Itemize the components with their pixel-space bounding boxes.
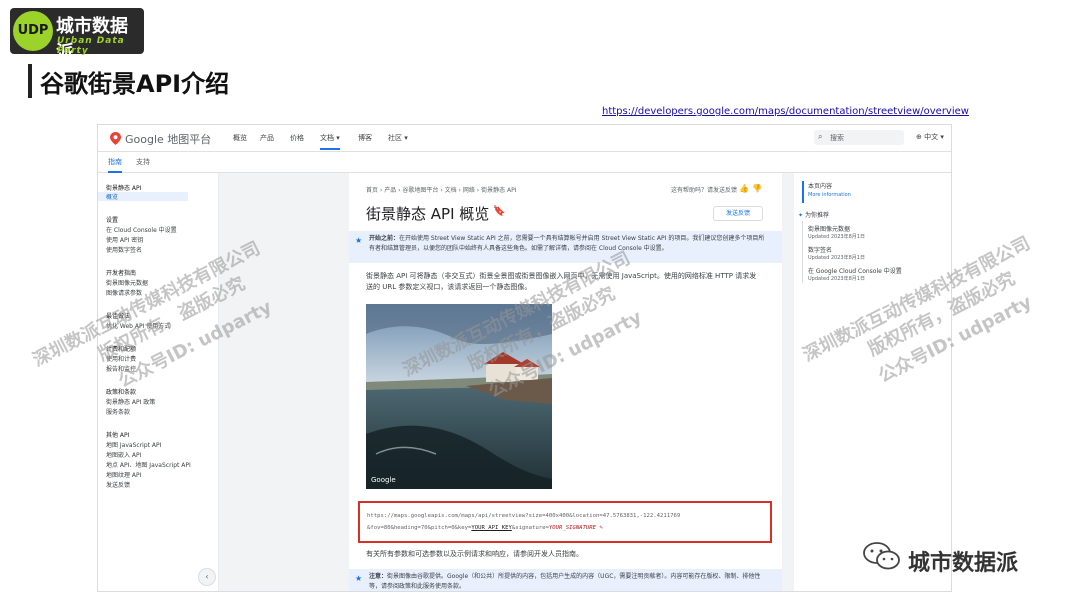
recommended-date: Updated 2023年8月1日 — [808, 276, 865, 282]
recommended-item[interactable]: 数字签名 — [808, 245, 832, 254]
info-note: ★ 开始之前：在开始使用 Street View Static API 之前，您… — [349, 231, 782, 263]
bookmark-icon[interactable]: 🔖 — [493, 206, 505, 217]
collapse-sidebar-button[interactable]: ‹ — [198, 568, 216, 586]
notice-note: ★ 注意：街景图像由谷歌提供。Google（和公共）所提供的内容，包括用户生成的… — [349, 569, 782, 591]
recommended-item[interactable]: 街景图像元数据 — [808, 224, 850, 233]
sidebar-section: 设置 — [106, 217, 119, 224]
sidebar-item[interactable]: 地点 API、地图 JavaScript API — [106, 460, 191, 469]
send-feedback-button[interactable]: 发送反馈 — [713, 206, 763, 221]
code-line-2: &fov=80&heading=70&pitch=0&key=YOUR_API_… — [367, 525, 603, 531]
sidebar-item[interactable]: 服务条款 — [106, 407, 130, 416]
logo-badge-icon: UDP — [13, 11, 53, 51]
nav-community[interactable]: 社区 ▾ — [388, 133, 408, 143]
brand-name[interactable]: Google 地图平台 — [125, 131, 211, 147]
thumbs-down-icon[interactable]: 👎 — [752, 184, 762, 193]
brand-logo: UDP 城市数据派 Urban Data Party — [10, 8, 144, 63]
toc-marker — [802, 181, 804, 203]
search-icon: ⌕ — [818, 132, 823, 141]
page-gutter-right — [782, 173, 794, 591]
main-content: 首页 › 产品 › 谷歌地图平台 › 文档 › 网络 › 街景静态 API 这有… — [349, 173, 782, 591]
nav-pricing[interactable]: 价格 — [290, 133, 304, 143]
star-icon: ★ — [355, 236, 363, 245]
footer-brand: 城市数据派 — [908, 551, 1019, 576]
recommended-bar — [802, 221, 803, 283]
toc-link[interactable]: More information — [808, 192, 851, 198]
search-input[interactable]: ⌕ 搜索 — [814, 130, 904, 145]
sidebar-section: 其他 API — [106, 432, 130, 439]
note-text: 开始之前：在开始使用 Street View Static API 之前，您需要… — [369, 235, 765, 252]
language-select[interactable]: ⊕ 中文 ▾ — [916, 132, 944, 142]
tab-guides[interactable]: 指南 — [108, 157, 122, 173]
sidebar-item[interactable]: 地图纹理 API — [106, 470, 141, 479]
google-watermark: Google — [371, 476, 396, 484]
nav-blog[interactable]: 博客 — [358, 133, 372, 143]
sidebar-item[interactable]: 街景图像元数据 — [106, 278, 148, 287]
nav-products[interactable]: 产品 — [260, 133, 274, 143]
top-bar: Google 地图平台 概览 产品 价格 文档 ▾ 博客 社区 ▾ ⌕ 搜索 ⊕… — [98, 125, 951, 152]
title-accent-bar — [28, 64, 32, 98]
star-icon: ★ — [355, 574, 363, 583]
sidebar-section: 开发者指南 — [106, 270, 137, 277]
page-title: 街景静态 API 概览 — [366, 205, 490, 223]
globe-icon: ⊕ — [916, 133, 922, 141]
notice-text: 注意：街景图像由谷歌提供。Google（和公共）所提供的内容，包括用户生成的内容… — [369, 573, 761, 590]
helpful-prompt: 这有帮助吗？请发送反馈 — [671, 187, 738, 194]
google-maps-pin-icon — [110, 132, 121, 145]
sidebar-item[interactable]: 使用数字签名 — [106, 245, 142, 254]
nav-docs[interactable]: 文档 ▾ — [320, 133, 340, 150]
left-sidebar: 街景静态 API 概览 设置 在 Cloud Console 中设置 使用 AP… — [98, 173, 219, 591]
sidebar-item[interactable]: 街景静态 API 政策 — [106, 397, 155, 406]
nav-overview[interactable]: 概览 — [233, 133, 247, 143]
sidebar-item[interactable]: 使用 API 密钥 — [106, 235, 143, 244]
sub-tabs: 指南 支持 — [98, 152, 951, 173]
thumbs-up-icon[interactable]: 👍 — [739, 184, 749, 193]
page-gutter-left — [219, 173, 349, 591]
sidebar-item[interactable]: 发送反馈 — [106, 480, 130, 489]
recommended-date: Updated 2023年8月1日 — [808, 255, 865, 261]
tab-support[interactable]: 支持 — [136, 157, 150, 167]
logo-subtitle: Urban Data Party — [57, 36, 125, 56]
toc-title: 本页内容 — [808, 183, 833, 190]
sidebar-item[interactable]: 街景静态 API — [106, 183, 141, 192]
right-rail: 本页内容 More information ✦ 为你推荐 街景图像元数据 Upd… — [794, 173, 951, 591]
params-note: 有关所有参数和可选参数以及示例请求和响应，请参阅开发人员指南。 — [366, 550, 583, 558]
source-link[interactable]: https://developers.google.com/maps/docum… — [602, 106, 969, 117]
sidebar-item[interactable]: 地图嵌入 API — [106, 450, 141, 459]
code-line-1: https://maps.googleapis.com/maps/api/str… — [367, 513, 681, 519]
sidebar-item-selected[interactable]: 概览 — [98, 192, 188, 201]
url-code-block[interactable]: https://maps.googleapis.com/maps/api/str… — [358, 501, 772, 543]
language-label: 中文 ▾ — [924, 133, 944, 141]
breadcrumb[interactable]: 首页 › 产品 › 谷歌地图平台 › 文档 › 网络 › 街景静态 API — [366, 185, 516, 194]
recommended-item[interactable]: 在 Google Cloud Console 中设置 — [808, 266, 902, 275]
recommended-header: ✦ 为你推荐 — [798, 212, 829, 219]
wechat-icon — [863, 542, 900, 570]
sidebar-item[interactable]: 在 Cloud Console 中设置 — [106, 225, 177, 234]
slide-title: 谷歌街景API介绍 — [40, 70, 230, 98]
search-placeholder: 搜索 — [830, 134, 844, 142]
sidebar-item[interactable]: 地图 JavaScript API — [106, 440, 161, 449]
sparkle-icon: ✦ — [798, 212, 804, 219]
recommended-date: Updated 2023年8月1日 — [808, 234, 865, 240]
